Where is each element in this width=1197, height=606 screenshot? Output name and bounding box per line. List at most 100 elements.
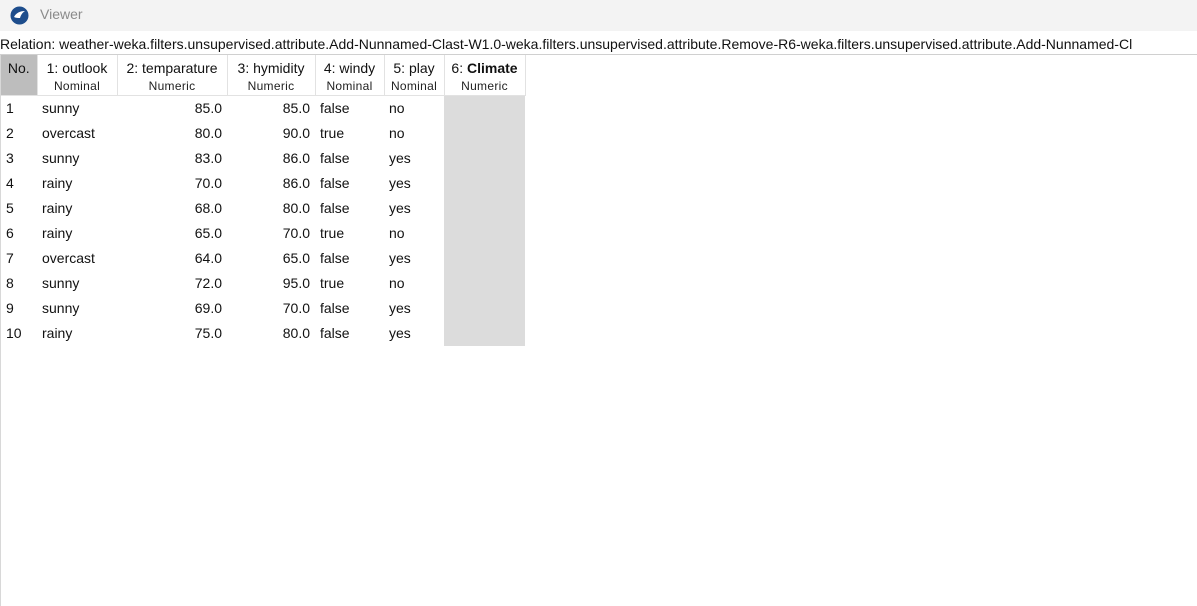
hymidity-cell[interactable]: 85.0 <box>227 96 315 122</box>
data-table: No. 1: outlook Nominal 2: temparature Nu… <box>1 55 526 346</box>
column-type: Numeric <box>247 79 295 93</box>
hymidity-cell[interactable]: 80.0 <box>227 321 315 346</box>
row-number-cell[interactable]: 5 <box>1 196 37 221</box>
play-cell[interactable]: no <box>384 121 444 146</box>
windy-cell[interactable]: false <box>315 196 384 221</box>
hymidity-cell[interactable]: 70.0 <box>227 221 315 246</box>
row-number-cell[interactable]: 7 <box>1 246 37 271</box>
hymidity-cell[interactable]: 70.0 <box>227 296 315 321</box>
hymidity-cell[interactable]: 86.0 <box>227 146 315 171</box>
windy-cell[interactable]: false <box>315 246 384 271</box>
title-bar: Viewer <box>0 0 1197 31</box>
windy-cell[interactable]: false <box>315 296 384 321</box>
play-cell[interactable]: yes <box>384 246 444 271</box>
table-row[interactable]: 4 rainy 70.0 86.0 false yes <box>1 171 525 196</box>
outlook-cell[interactable]: sunny <box>37 96 117 122</box>
temparature-cell[interactable]: 69.0 <box>117 296 227 321</box>
outlook-cell[interactable]: sunny <box>37 146 117 171</box>
table-row[interactable]: 3 sunny 83.0 86.0 false yes <box>1 146 525 171</box>
hymidity-cell[interactable]: 95.0 <box>227 271 315 296</box>
outlook-cell[interactable]: sunny <box>37 296 117 321</box>
table-row[interactable]: 2 overcast 80.0 90.0 true no <box>1 121 525 146</box>
climate-cell[interactable] <box>444 171 525 196</box>
outlook-cell[interactable]: rainy <box>37 196 117 221</box>
column-index: 3: <box>237 60 250 76</box>
column-type: Nominal <box>53 79 101 93</box>
climate-cell[interactable] <box>444 246 525 271</box>
temparature-cell[interactable]: 85.0 <box>117 96 227 122</box>
column-index: 4: <box>323 60 336 76</box>
windy-cell[interactable]: true <box>315 221 384 246</box>
temparature-cell[interactable]: 64.0 <box>117 246 227 271</box>
windy-cell[interactable]: true <box>315 271 384 296</box>
hymidity-cell[interactable]: 90.0 <box>227 121 315 146</box>
relation-label: Relation: weather-weka.filters.unsupervi… <box>0 36 1133 52</box>
climate-cell[interactable] <box>444 196 525 221</box>
temparature-cell[interactable]: 75.0 <box>117 321 227 346</box>
outlook-cell[interactable]: overcast <box>37 121 117 146</box>
column-header-play[interactable]: 5: play Nominal <box>384 55 445 96</box>
outlook-cell[interactable]: rainy <box>37 221 117 246</box>
play-cell[interactable]: yes <box>384 321 444 346</box>
temparature-cell[interactable]: 68.0 <box>117 196 227 221</box>
row-number-cell[interactable]: 4 <box>1 171 37 196</box>
windy-cell[interactable]: false <box>315 321 384 346</box>
row-number-cell[interactable]: 10 <box>1 321 37 346</box>
play-cell[interactable]: no <box>384 221 444 246</box>
outlook-cell[interactable]: rainy <box>37 321 117 346</box>
play-cell[interactable]: no <box>384 96 444 122</box>
column-header-outlook[interactable]: 1: outlook Nominal <box>37 55 118 96</box>
outlook-cell[interactable]: sunny <box>37 271 117 296</box>
climate-cell[interactable] <box>444 296 525 321</box>
window-title: Viewer <box>40 6 83 22</box>
temparature-cell[interactable]: 83.0 <box>117 146 227 171</box>
table-row[interactable]: 6 rainy 65.0 70.0 true no <box>1 221 525 246</box>
row-number-cell[interactable]: 2 <box>1 121 37 146</box>
column-type: Nominal <box>326 79 373 93</box>
play-cell[interactable]: yes <box>384 296 444 321</box>
table-row[interactable]: 9 sunny 69.0 70.0 false yes <box>1 296 525 321</box>
play-cell[interactable]: yes <box>384 171 444 196</box>
row-number-cell[interactable]: 6 <box>1 221 37 246</box>
temparature-cell[interactable]: 72.0 <box>117 271 227 296</box>
play-cell[interactable]: yes <box>384 146 444 171</box>
climate-cell[interactable] <box>444 95 525 121</box>
table-header-row: No. 1: outlook Nominal 2: temparature Nu… <box>1 55 526 96</box>
table-row[interactable]: 5 rainy 68.0 80.0 false yes <box>1 196 525 221</box>
windy-cell[interactable]: true <box>315 121 384 146</box>
column-header-windy[interactable]: 4: windy Nominal <box>315 55 385 96</box>
climate-cell[interactable] <box>444 271 525 296</box>
hymidity-cell[interactable]: 86.0 <box>227 171 315 196</box>
climate-cell[interactable] <box>444 321 525 346</box>
table-row[interactable]: 7 overcast 64.0 65.0 false yes <box>1 246 525 271</box>
outlook-cell[interactable]: rainy <box>37 171 117 196</box>
column-header-temparature[interactable]: 2: temparature Numeric <box>117 55 228 96</box>
row-number-cell[interactable]: 8 <box>1 271 37 296</box>
windy-cell[interactable]: false <box>315 96 384 122</box>
column-header-hymidity[interactable]: 3: hymidity Numeric <box>227 55 316 96</box>
table-row[interactable]: 8 sunny 72.0 95.0 true no <box>1 271 525 296</box>
play-cell[interactable]: no <box>384 271 444 296</box>
climate-cell[interactable] <box>444 146 525 171</box>
row-number-cell[interactable]: 1 <box>1 96 37 122</box>
windy-cell[interactable]: false <box>315 146 384 171</box>
row-number-cell[interactable]: 9 <box>1 296 37 321</box>
windy-cell[interactable]: false <box>315 171 384 196</box>
table-body: 1 sunny 85.0 85.0 false no 2 overcast 80.0 90.0 tr… <box>1 95 525 346</box>
column-name: Climate <box>467 60 518 76</box>
climate-cell[interactable] <box>444 121 525 146</box>
outlook-cell[interactable]: overcast <box>37 246 117 271</box>
hymidity-cell[interactable]: 80.0 <box>227 196 315 221</box>
table-row[interactable]: 10 rainy 75.0 80.0 false yes <box>1 321 525 346</box>
hymidity-cell[interactable]: 65.0 <box>227 246 315 271</box>
temparature-cell[interactable]: 80.0 <box>117 121 227 146</box>
row-number-cell[interactable]: 3 <box>1 146 37 171</box>
play-cell[interactable]: yes <box>384 196 444 221</box>
column-header-no[interactable]: No. <box>1 55 38 96</box>
climate-cell[interactable] <box>444 221 525 246</box>
column-header-climate[interactable]: 6: Climate Numeric <box>444 55 526 96</box>
column-index: 6: <box>451 60 464 76</box>
temparature-cell[interactable]: 70.0 <box>117 171 227 196</box>
temparature-cell[interactable]: 65.0 <box>117 221 227 246</box>
table-row[interactable]: 1 sunny 85.0 85.0 false no <box>1 95 525 122</box>
